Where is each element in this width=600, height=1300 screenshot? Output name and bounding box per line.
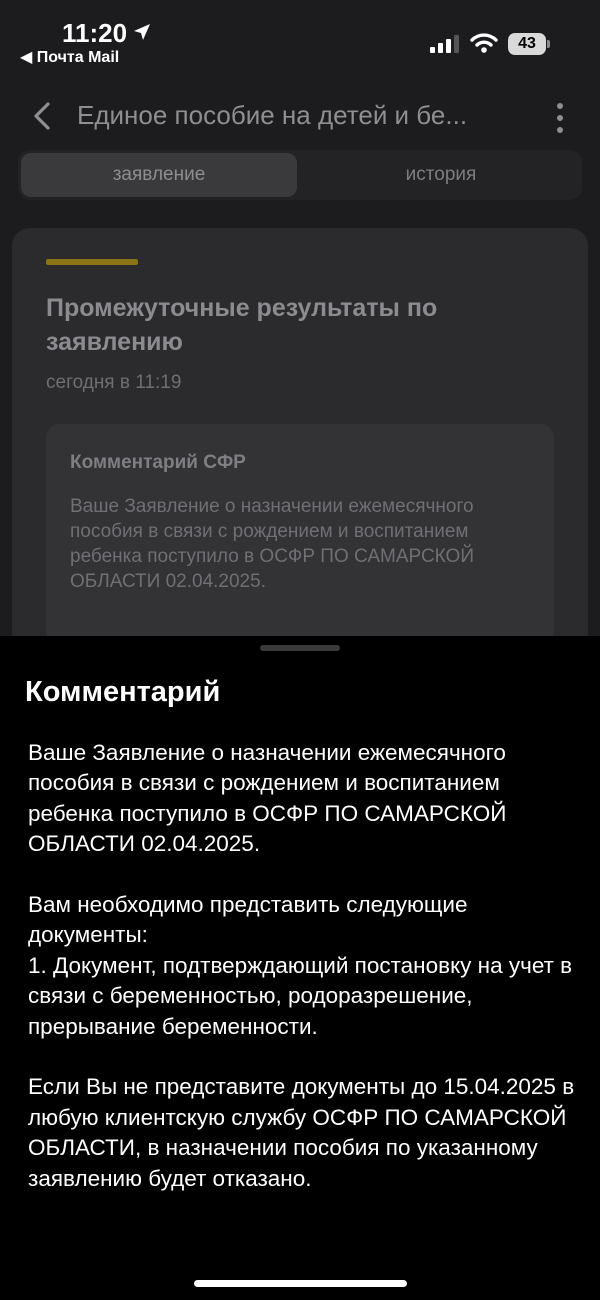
segmented-tabs: заявление история [18,150,582,200]
cellular-signal-icon [430,35,459,53]
nav-header: Единое пособие на детей и бе... [0,90,600,142]
home-indicator[interactable] [194,1280,407,1287]
result-card: Промежуточные результаты по заявлению се… [12,228,588,640]
accent-bar [46,259,138,265]
page-title: Единое пособие на детей и бе... [77,100,468,130]
back-to-app-link[interactable]: ◀ Почта Mail [20,47,119,67]
comment-title: Комментарий СФР [70,452,246,473]
wifi-icon [470,33,498,53]
status-time: 11:20 [62,18,128,48]
sheet-paragraph: 1. Документ, подтверждающий постановку н… [28,952,573,1039]
battery-indicator: 43 [508,33,546,55]
tab-history[interactable]: история [303,153,579,197]
battery-tip [547,40,550,48]
status-bar: 11:20 ◀ Почта Mail 43 [0,0,600,78]
comment-preview: Ваше Заявление о назначении ежемесячного… [70,496,474,592]
sheet-grabber[interactable] [260,645,340,651]
location-arrow-icon [134,24,150,40]
back-chevron-icon[interactable] [28,98,58,134]
background-app: 11:20 ◀ Почта Mail 43 Единое пособие на … [0,0,600,640]
sheet-paragraph: Если Вы не представите документы до 15.0… [28,1074,575,1191]
card-title: Промежуточные результаты по заявлению [46,294,438,356]
tab-application[interactable]: заявление [21,153,297,197]
sheet-paragraph: Вам необходимо представить следующие док… [28,892,468,948]
more-options-icon[interactable] [552,100,568,136]
comment-box[interactable]: Комментарий СФР Ваше Заявление о назначе… [46,424,554,640]
sheet-paragraph: Ваше Заявление о назначении ежемесячного… [28,740,507,857]
comment-sheet: Комментарий Ваше Заявление о назначении … [0,636,600,1300]
sheet-body: Ваше Заявление о назначении ежемесячного… [28,738,578,1224]
card-date: сегодня в 11:19 [46,372,182,393]
sheet-title: Комментарий [25,676,221,708]
